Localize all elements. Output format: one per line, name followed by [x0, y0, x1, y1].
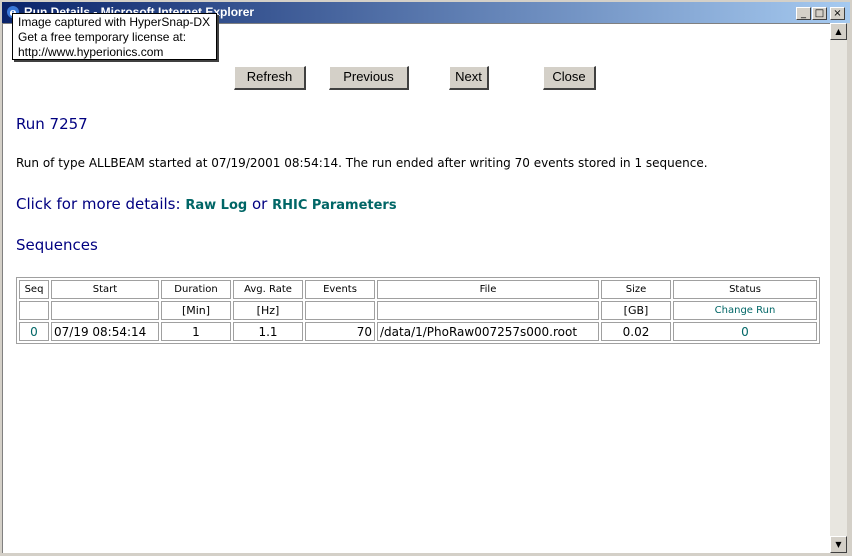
close-button[interactable]: Close	[543, 66, 596, 90]
cell-avg-rate: 1.1	[233, 322, 303, 341]
hypersnap-watermark: Image captured with HyperSnap-DX Get a f…	[12, 13, 217, 60]
scroll-down-button[interactable]: ▼	[830, 536, 847, 553]
table-units-row: [Min] [Hz] [GB] Change Run	[19, 301, 817, 320]
change-run-link[interactable]: Change Run	[673, 301, 817, 320]
vertical-scrollbar[interactable]: ▲ ▼	[830, 23, 847, 553]
col-events: Events	[305, 280, 375, 299]
watermark-line-3: http://www.hyperionics.com	[18, 45, 164, 59]
cell-start: 07/19 08:54:14	[51, 322, 159, 341]
unit-duration: [Min]	[161, 301, 231, 320]
col-start: Start	[51, 280, 159, 299]
rhic-parameters-link[interactable]: RHIC Parameters	[272, 198, 396, 213]
unit-size: [GB]	[601, 301, 671, 320]
close-window-button[interactable]: ×	[830, 7, 845, 20]
sequences-heading: Sequences	[16, 236, 98, 254]
next-button[interactable]: Next	[449, 66, 489, 90]
col-size: Size	[601, 280, 671, 299]
seq-link[interactable]: 0	[19, 322, 49, 341]
col-duration: Duration	[161, 280, 231, 299]
cell-events: 70	[305, 322, 375, 341]
unit-file	[377, 301, 599, 320]
run-heading: Run 7257	[16, 115, 88, 133]
unit-start	[51, 301, 159, 320]
table-header-row: Seq Start Duration Avg. Rate Events File…	[19, 280, 817, 299]
col-file: File	[377, 280, 599, 299]
refresh-button[interactable]: Refresh	[234, 66, 306, 90]
col-status: Status	[673, 280, 817, 299]
scroll-up-button[interactable]: ▲	[830, 23, 847, 40]
details-prefix: Click for more details:	[16, 195, 181, 213]
unit-seq	[19, 301, 49, 320]
sequences-table: Seq Start Duration Avg. Rate Events File…	[16, 277, 820, 344]
unit-avg-rate: [Hz]	[233, 301, 303, 320]
page-content: Refresh Previous Next Close Run 7257 Run…	[2, 23, 830, 553]
cell-size: 0.02	[601, 322, 671, 341]
watermark-line-1: Image captured with HyperSnap-DX	[18, 15, 211, 29]
raw-log-link[interactable]: Raw Log	[185, 198, 247, 213]
run-description: Run of type ALLBEAM started at 07/19/200…	[16, 156, 708, 170]
browser-window: e Run Details - Microsoft Internet Explo…	[0, 0, 852, 556]
details-line: Click for more details: Raw Log or RHIC …	[16, 195, 397, 213]
cell-duration: 1	[161, 322, 231, 341]
previous-button[interactable]: Previous	[329, 66, 409, 90]
minimize-button[interactable]: _	[796, 7, 811, 20]
watermark-line-2: Get a free temporary license at:	[18, 30, 187, 44]
col-seq: Seq	[19, 280, 49, 299]
cell-file: /data/1/PhoRaw007257s000.root	[377, 322, 599, 341]
details-or: or	[251, 195, 268, 213]
maximize-button[interactable]: □	[812, 7, 827, 20]
unit-events	[305, 301, 375, 320]
table-row: 0 07/19 08:54:14 1 1.1 70 /data/1/PhoRaw…	[19, 322, 817, 341]
status-link[interactable]: 0	[673, 322, 817, 341]
col-avg-rate: Avg. Rate	[233, 280, 303, 299]
